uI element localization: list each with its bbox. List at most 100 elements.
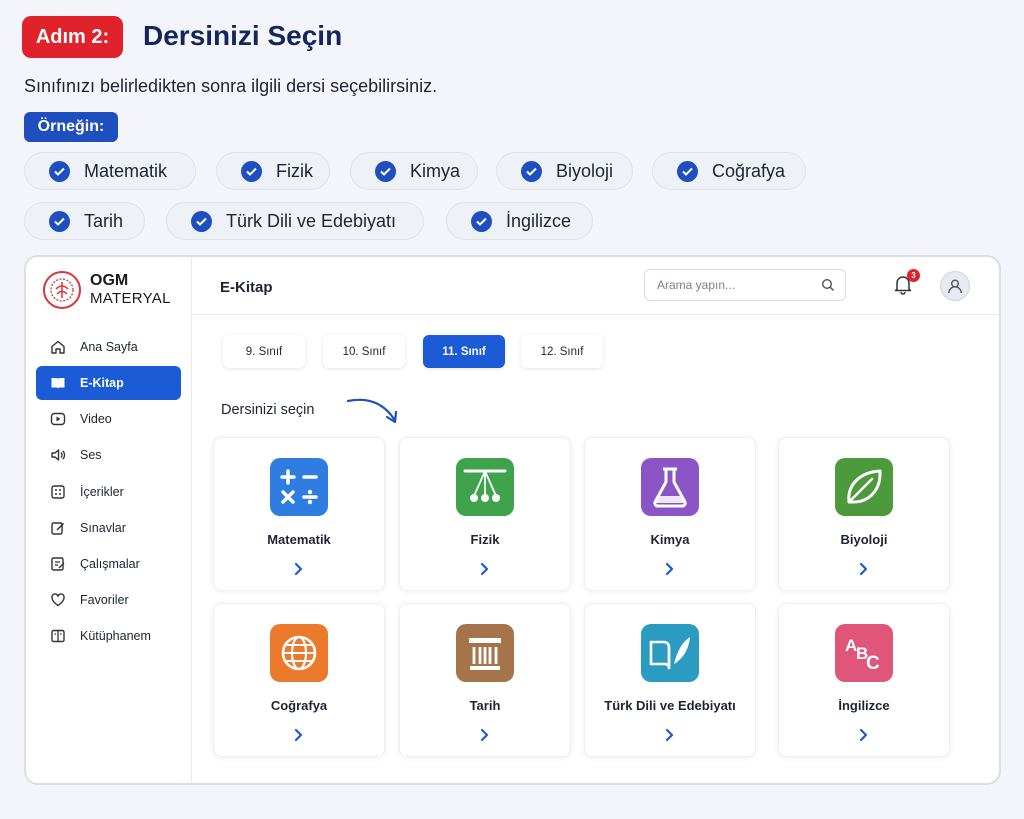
topbar: E-Kitap Arama yapın... 3 — [192, 257, 999, 315]
play-icon — [50, 412, 66, 426]
subject-card-turk-dili-ve-edebiyati[interactable]: Türk Dili ve Edebiyatı — [584, 603, 756, 757]
intro-text: Sınıfınızı belirledikten sonra ilgili de… — [24, 76, 438, 96]
sidebar-item-label: İçerikler — [80, 485, 124, 499]
home-icon — [51, 340, 65, 354]
subject-card-kimya[interactable]: Kimya — [584, 437, 756, 591]
subject-name: Coğrafya — [270, 698, 328, 713]
example-chip: Biyoloji — [496, 152, 633, 190]
subject-name: İngilizce — [838, 698, 890, 713]
example-chip: Coğrafya — [652, 152, 806, 190]
logo[interactable]: OGM MATERYAL — [43, 271, 171, 309]
ogm-emblem-icon — [43, 271, 81, 309]
speaker-icon — [51, 449, 66, 461]
tab-grade-9[interactable]: 9. Sınıf — [223, 335, 305, 368]
subject-card-matematik[interactable]: Matematik — [213, 437, 385, 591]
user-icon — [948, 279, 962, 294]
curved-arrow-icon — [346, 398, 398, 424]
sidebar-item-e-kitap[interactable]: E-Kitap — [36, 366, 181, 400]
subject-card-biyoloji[interactable]: Biyoloji — [778, 437, 950, 591]
column-icon — [456, 624, 514, 682]
section-label: Dersinizi seçin — [221, 402, 315, 418]
book-feather-icon — [641, 624, 699, 682]
chevron-right-icon[interactable] — [858, 728, 870, 742]
chip-label: Fizik — [276, 160, 313, 181]
book-icon — [51, 378, 65, 389]
chip-label: Tarih — [84, 210, 124, 231]
note-icon — [51, 557, 65, 571]
chevron-right-icon[interactable] — [479, 562, 491, 576]
example-chip: İngilizce — [446, 202, 593, 240]
subject-card-fizik[interactable]: Fizik — [399, 437, 571, 591]
subject-name: Tarih — [469, 698, 501, 713]
avatar[interactable] — [940, 271, 970, 301]
subject-name: Biyoloji — [840, 532, 888, 547]
subject-name: Türk Dili ve Edebiyatı — [604, 698, 736, 713]
chip-label: İngilizce — [506, 210, 572, 231]
pendulum-icon — [456, 458, 514, 516]
chevron-right-icon[interactable] — [858, 562, 870, 576]
sidebar-item-ana-sayfa[interactable]: Ana Sayfa — [36, 330, 181, 364]
flask-icon — [641, 458, 699, 516]
logo-line1: OGM — [90, 272, 129, 289]
grid-icon — [51, 485, 65, 499]
abc-icon: A B C — [835, 624, 893, 682]
chevron-right-icon[interactable] — [664, 728, 676, 742]
subject-name: Matematik — [267, 532, 331, 547]
heart-icon — [51, 593, 65, 607]
sidebar-item-label: Çalışmalar — [80, 557, 140, 571]
check-icon — [521, 160, 542, 182]
chevron-right-icon[interactable] — [293, 728, 305, 742]
chip-label: Kimya — [410, 160, 461, 181]
sidebar-item-label: Sınavlar — [80, 521, 126, 535]
chevron-right-icon[interactable] — [664, 562, 676, 576]
sidebar-item-icerikler[interactable]: İçerikler — [36, 475, 181, 509]
example-chip: Matematik — [24, 152, 196, 190]
tab-grade-12[interactable]: 12. Sınıf — [521, 335, 603, 368]
sidebar-item-favoriler[interactable]: Favoriler — [36, 583, 181, 617]
check-icon — [241, 160, 262, 182]
check-icon — [49, 210, 70, 232]
leaf-icon — [835, 458, 893, 516]
globe-icon — [270, 624, 328, 682]
subject-name: Kimya — [650, 532, 690, 547]
page-title: Dersinizi Seçin — [143, 20, 343, 51]
subject-card-tarih[interactable]: Tarih — [399, 603, 571, 757]
sidebar-item-ses[interactable]: Ses — [36, 438, 181, 472]
example-chip: Kimya — [350, 152, 478, 190]
check-icon — [677, 160, 698, 182]
chip-label: Coğrafya — [712, 160, 786, 181]
step-badge: Adım 2: — [22, 16, 123, 58]
sidebar-item-label: Ana Sayfa — [80, 340, 138, 354]
check-icon — [375, 160, 396, 182]
check-icon — [49, 160, 70, 182]
logo-line2: MATERYAL — [90, 290, 171, 307]
check-icon — [191, 210, 212, 232]
chevron-right-icon[interactable] — [293, 562, 305, 576]
subject-card-ingilizce[interactable]: A B C İngilizce — [778, 603, 950, 757]
tab-grade-10[interactable]: 10. Sınıf — [323, 335, 405, 368]
check-icon — [471, 210, 492, 232]
search-input[interactable]: Arama yapın... — [644, 269, 846, 301]
sidebar-item-sinavlar[interactable]: Sınavlar — [36, 511, 181, 545]
sidebar-item-label: Ses — [80, 448, 102, 462]
sidebar-item-calismalar[interactable]: Çalışmalar — [36, 547, 181, 581]
notification-badge: 3 — [907, 269, 920, 282]
chip-label: Matematik — [84, 160, 168, 181]
example-badge: Örneğin: — [24, 112, 118, 142]
edit-icon — [51, 522, 65, 535]
example-chip: Tarih — [24, 202, 145, 240]
chevron-right-icon[interactable] — [479, 728, 491, 742]
sidebar-item-label: Video — [80, 412, 112, 426]
tab-grade-11[interactable]: 11. Sınıf — [423, 335, 505, 368]
sidebar-item-label: E-Kitap — [80, 376, 124, 390]
example-chip: Fizik — [216, 152, 330, 190]
search-icon[interactable] — [821, 278, 835, 292]
subject-name: Fizik — [470, 532, 500, 547]
sidebar: OGM MATERYAL Ana Sayfa E-Kitap Video Ses… — [26, 257, 192, 783]
sidebar-item-kutuphanem[interactable]: Kütüphanem — [36, 619, 181, 653]
library-icon — [51, 629, 65, 643]
sidebar-item-video[interactable]: Video — [36, 402, 181, 436]
subject-card-cografya[interactable]: Coğrafya — [213, 603, 385, 757]
chip-label: Türk Dili ve Edebiyatı — [226, 210, 397, 231]
example-chip: Türk Dili ve Edebiyatı — [166, 202, 424, 240]
